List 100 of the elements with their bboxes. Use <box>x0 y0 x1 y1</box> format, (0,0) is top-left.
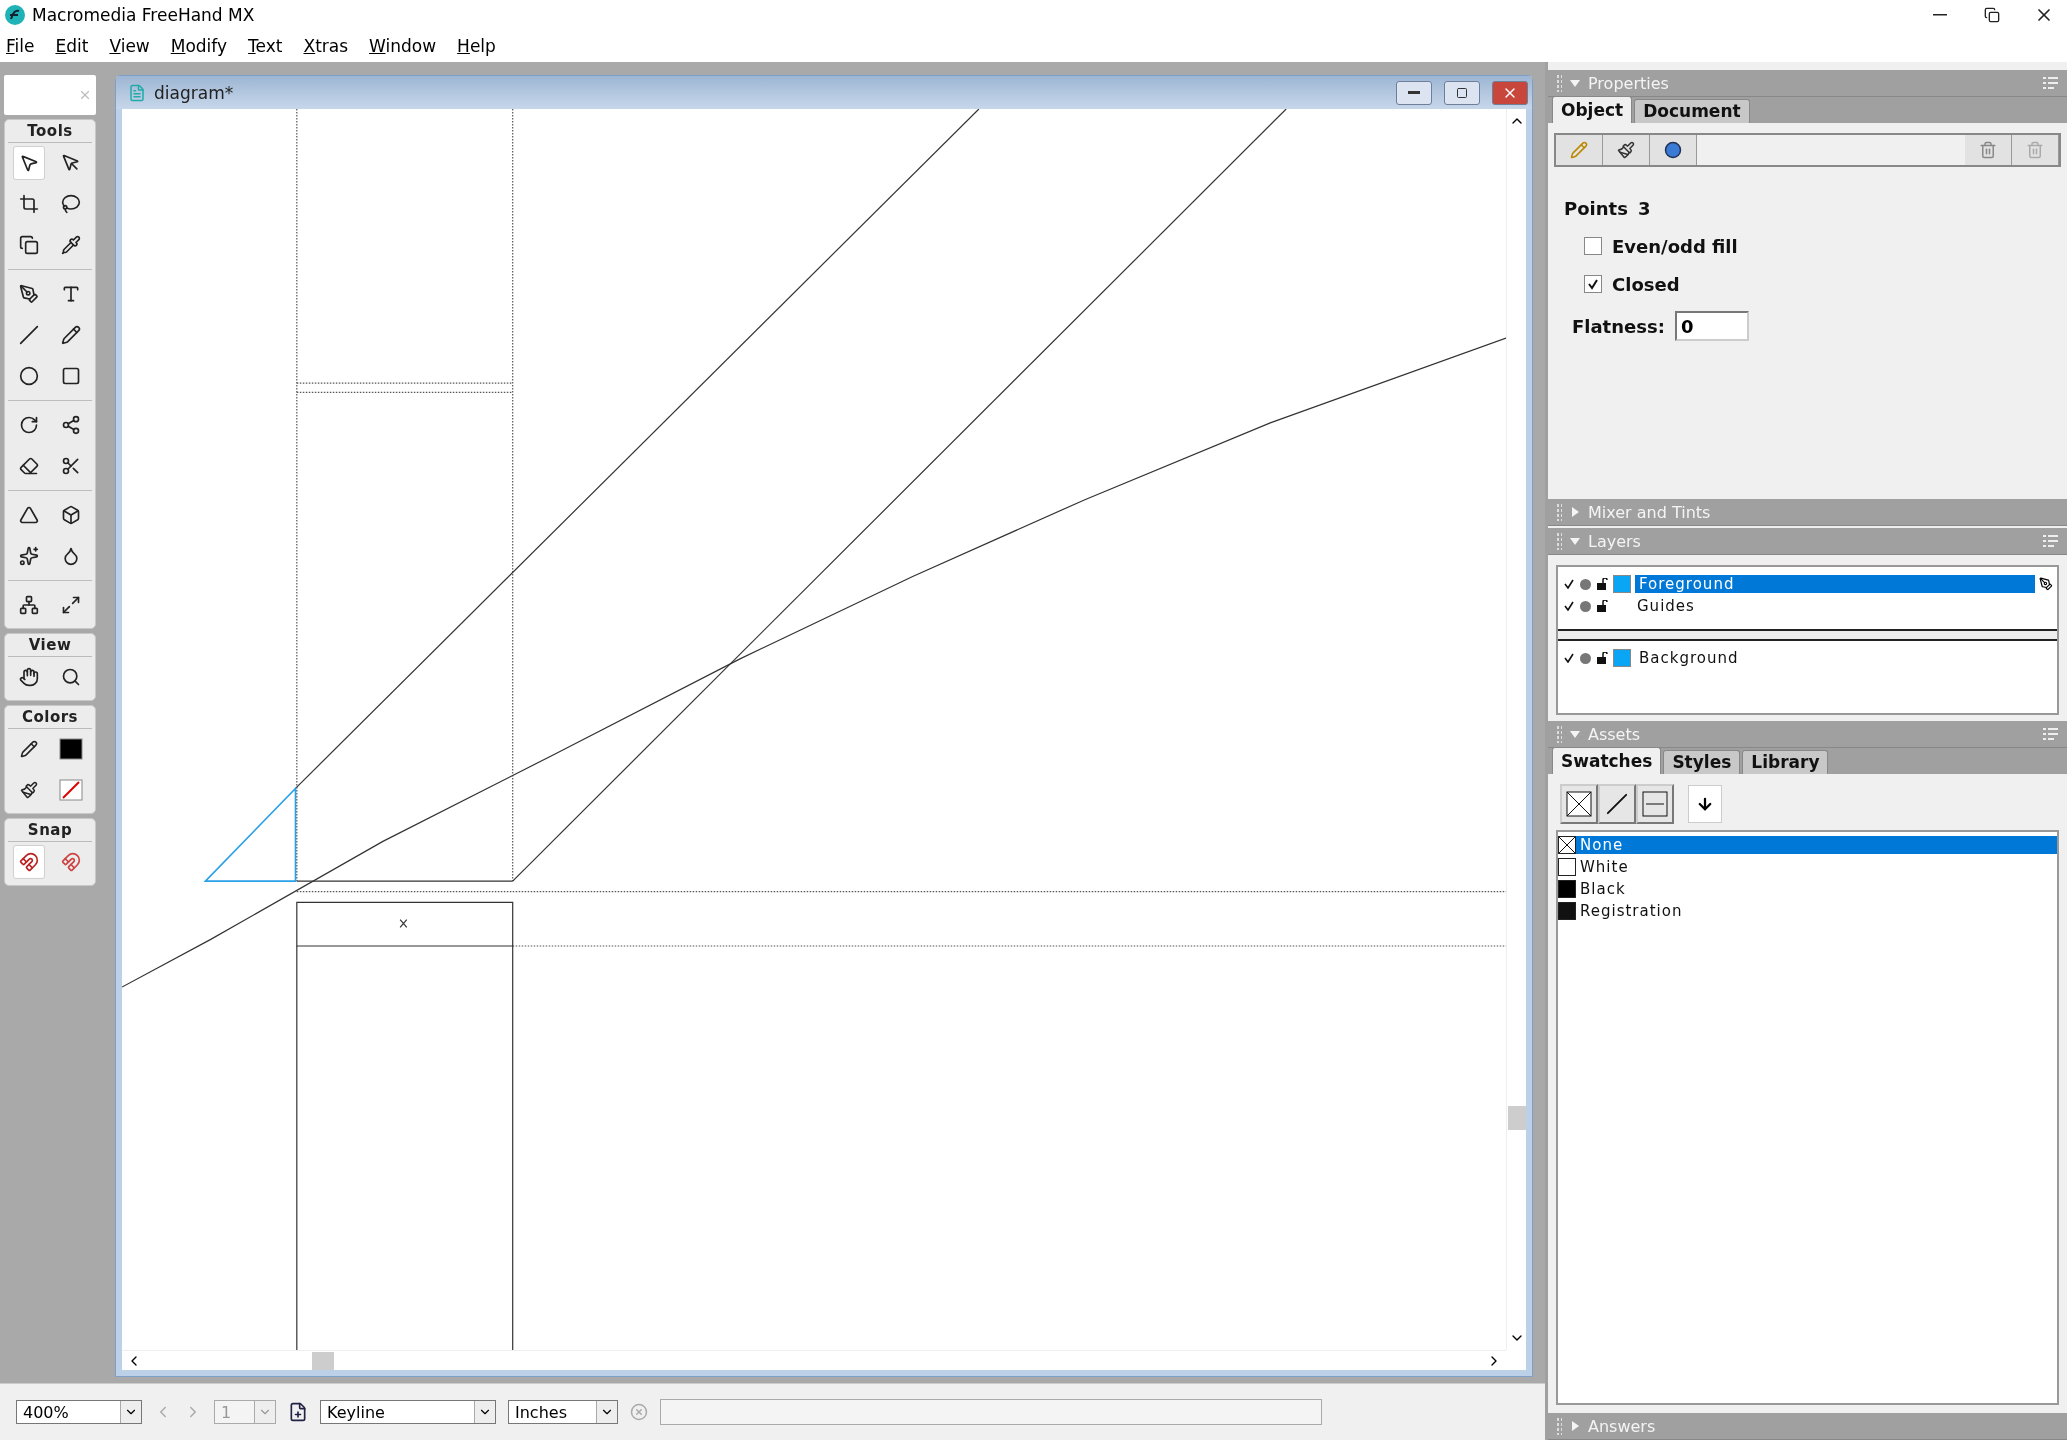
section-title: Tools <box>8 122 92 143</box>
section-title: Snap <box>8 821 92 842</box>
menu-item[interactable]: File <box>6 36 35 56</box>
pointer-icon <box>19 153 39 173</box>
layer-color-swatch[interactable] <box>1613 649 1631 667</box>
menu-item[interactable]: Edit <box>55 36 89 56</box>
zoom-dropdown[interactable]: 400% <box>16 1400 142 1424</box>
add-effect-button[interactable] <box>1650 135 1697 165</box>
panel-title: Properties <box>1588 73 1670 93</box>
grip-icon <box>1556 532 1562 550</box>
panel-tab[interactable]: Document <box>1634 99 1750 123</box>
add-page-icon[interactable] <box>288 1402 308 1422</box>
panel-title: Assets <box>1588 724 1642 744</box>
down-arrow-icon <box>1696 795 1714 813</box>
points-label: Points <box>1564 197 1628 219</box>
sphere-icon <box>1664 141 1682 159</box>
stroke-slash-icon <box>1606 793 1628 815</box>
minimize-button[interactable] <box>1396 80 1432 105</box>
tool-button[interactable] <box>13 146 45 180</box>
document-icon <box>128 83 146 102</box>
scroll-thumb[interactable] <box>1507 1106 1526 1130</box>
view-mode-dropdown[interactable]: Keyline <box>320 1400 496 1424</box>
visibility-dot-icon[interactable] <box>1580 600 1591 612</box>
vertical-scrollbar[interactable] <box>1506 109 1526 1350</box>
droplet-icon <box>61 546 81 566</box>
maximize-button[interactable] <box>1444 80 1480 105</box>
both-swatch-button[interactable] <box>1636 784 1674 824</box>
app-logo-icon <box>4 4 26 26</box>
stroke-color-swatch-icon <box>59 738 83 760</box>
crossed-box-icon <box>1566 791 1592 817</box>
trash-icon <box>1979 141 1997 159</box>
subselect-pointer-icon <box>61 153 81 173</box>
center-mark-icon <box>399 918 408 929</box>
add-fill-button[interactable] <box>1603 135 1650 165</box>
swatch-name[interactable]: Black <box>1576 880 2057 898</box>
checkbox[interactable] <box>1584 237 1602 255</box>
horizontal-scrollbar[interactable] <box>122 1350 1506 1370</box>
points-value: 3 <box>1637 197 1651 219</box>
menu-item[interactable]: Window <box>369 36 437 56</box>
flatness-field[interactable]: 0 <box>1674 311 1749 341</box>
fill-swatch-button[interactable] <box>1560 784 1598 824</box>
menu-item[interactable]: Text <box>248 36 283 56</box>
connector-icon <box>19 595 39 615</box>
swatch-name[interactable]: Registration <box>1576 902 2057 920</box>
unlocked-padlock-icon[interactable] <box>1596 600 1608 612</box>
panel-tab[interactable]: Swatches <box>1552 747 1662 774</box>
hand-icon <box>19 667 39 687</box>
checkbox[interactable] <box>1584 275 1602 293</box>
maximize-icon <box>1456 86 1468 99</box>
remove-button[interactable] <box>1965 135 2012 165</box>
visibility-dot-icon[interactable] <box>1580 578 1591 590</box>
unlocked-padlock-icon[interactable] <box>1596 578 1608 590</box>
rectangle-icon <box>61 366 81 386</box>
zoom-icon <box>61 667 81 687</box>
layer-name[interactable]: Background <box>1635 649 2053 667</box>
check-icon[interactable] <box>1564 601 1574 611</box>
stroke-icon <box>20 740 38 758</box>
eyedropper-icon <box>61 235 81 255</box>
pen-icon <box>2039 577 2053 591</box>
units-dropdown[interactable]: Inches <box>508 1400 618 1424</box>
trash-icon <box>2026 141 2044 159</box>
menu-item[interactable]: Xtras <box>303 36 349 56</box>
section-title: View <box>8 636 92 657</box>
checkbox-label: Closed <box>1612 273 1680 295</box>
check-icon[interactable] <box>1564 579 1574 589</box>
stroke-swatch-button[interactable] <box>1598 784 1636 824</box>
pen-icon <box>19 284 39 304</box>
menu-item[interactable]: Modify <box>170 36 228 56</box>
extrude-icon <box>61 505 81 525</box>
tool-button[interactable] <box>13 845 45 879</box>
panel-tab[interactable]: Library <box>1742 750 1829 774</box>
menu-item[interactable]: Help <box>457 36 496 56</box>
panel-tab[interactable]: Styles <box>1663 750 1741 774</box>
section-title: Colors <box>8 708 92 729</box>
add-swatch-button[interactable] <box>1688 785 1722 823</box>
ellipse-icon <box>19 366 39 386</box>
rotate-icon <box>19 415 39 435</box>
magnet-icon <box>61 852 81 872</box>
grip-icon <box>1556 74 1562 92</box>
lasso-icon <box>61 194 81 214</box>
unlocked-padlock-icon[interactable] <box>1596 652 1608 664</box>
layer-name[interactable]: Foreground <box>1635 575 2035 593</box>
swatch-name[interactable]: None <box>1576 836 2057 854</box>
magnet-icon <box>19 852 39 872</box>
panel-tab[interactable]: Object <box>1552 96 1633 123</box>
knife-icon <box>61 456 81 476</box>
visibility-dot-icon[interactable] <box>1580 652 1591 664</box>
layer-color-swatch[interactable] <box>1613 575 1631 593</box>
scroll-thumb[interactable] <box>312 1351 334 1370</box>
checkbox-label: Even/odd fill <box>1612 235 1738 257</box>
menu-item[interactable]: View <box>109 36 150 56</box>
swatch-name[interactable]: White <box>1576 858 2057 876</box>
minimize-icon <box>1933 14 1947 16</box>
fill-none-swatch-icon <box>59 779 83 801</box>
line-icon <box>19 325 39 345</box>
grip-icon <box>1556 1417 1562 1435</box>
check-icon[interactable] <box>1564 653 1574 663</box>
window-title: Macromedia FreeHand MX <box>32 5 256 25</box>
eraser-icon <box>19 456 39 476</box>
layer-name[interactable]: Guides <box>1633 597 2053 615</box>
